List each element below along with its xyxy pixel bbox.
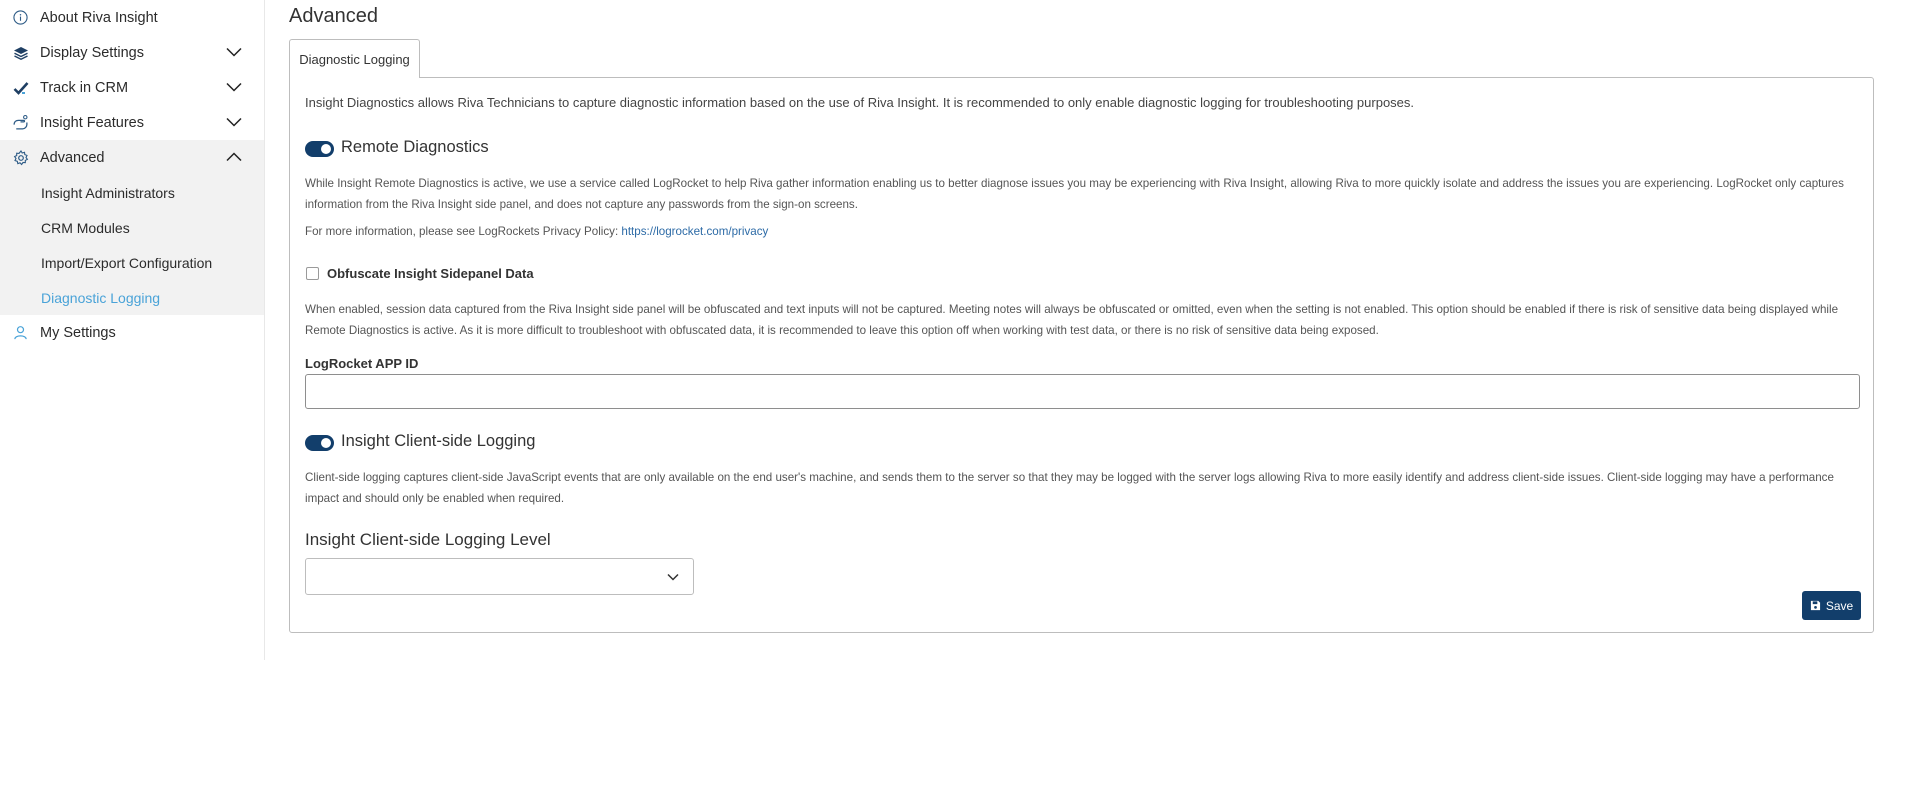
sidebar-subitem-diagnostic-logging[interactable]: Diagnostic Logging bbox=[0, 280, 264, 315]
sidebar-item-label: Display Settings bbox=[40, 44, 144, 61]
sidebar-item-display-settings[interactable]: Display Settings bbox=[0, 35, 264, 70]
sidebar-item-label: Track in CRM bbox=[40, 79, 129, 96]
info-icon bbox=[12, 9, 29, 26]
chevron-up-icon[interactable] bbox=[226, 151, 242, 163]
obfuscate-description: When enabled, session data captured from… bbox=[305, 303, 1839, 337]
chevron-down-icon[interactable] bbox=[226, 81, 242, 93]
sidebar: About Riva Insight Display Settings Trac… bbox=[0, 0, 265, 660]
obfuscate-label: Obfuscate Insight Sidepanel Data bbox=[327, 266, 534, 281]
app-id-input[interactable] bbox=[305, 374, 1860, 409]
sidebar-item-label: My Settings bbox=[40, 324, 116, 341]
sidebar-item-my-settings[interactable]: My Settings bbox=[0, 315, 264, 350]
sidebar-item-label: Advanced bbox=[40, 149, 105, 166]
sidebar-item-label: About Riva Insight bbox=[40, 9, 158, 26]
sidebar-subitem-import-export[interactable]: Import/Export Configuration bbox=[0, 245, 264, 280]
privacy-policy-link[interactable]: https://logrocket.com/privacy bbox=[621, 225, 768, 238]
gear-icon bbox=[12, 149, 29, 166]
save-label: Save bbox=[1825, 598, 1854, 613]
sidebar-subitem-crm-modules[interactable]: CRM Modules bbox=[0, 210, 264, 245]
diagnostic-logging-panel: Insight Diagnostics allows Riva Technici… bbox=[289, 77, 1874, 633]
client-logging-description: Client-side logging captures client-side… bbox=[305, 471, 1834, 505]
sidebar-subitem-insight-administrators[interactable]: Insight Administrators bbox=[0, 175, 264, 210]
page-title: Advanced bbox=[289, 5, 378, 27]
tab-diagnostic-logging[interactable]: Diagnostic Logging bbox=[289, 39, 420, 78]
save-icon bbox=[1810, 600, 1820, 611]
app-id-label: LogRocket APP ID bbox=[305, 356, 419, 371]
layers-icon bbox=[12, 44, 29, 61]
chevron-down-icon[interactable] bbox=[226, 116, 242, 128]
logging-level-select[interactable] bbox=[305, 558, 694, 595]
obfuscate-checkbox[interactable] bbox=[306, 267, 319, 280]
sidebar-item-about[interactable]: About Riva Insight bbox=[0, 0, 264, 35]
sidebar-item-insight-features[interactable]: Insight Features bbox=[0, 105, 264, 140]
remote-diagnostics-toggle[interactable] bbox=[305, 141, 334, 157]
sidebar-item-advanced[interactable]: Advanced bbox=[0, 140, 264, 175]
advanced-submenu: Insight Administrators CRM Modules Impor… bbox=[0, 175, 264, 315]
sidebar-item-track-in-crm[interactable]: Track in CRM bbox=[0, 70, 264, 105]
chevron-down-icon[interactable] bbox=[226, 46, 242, 58]
hand-icon bbox=[12, 114, 29, 131]
sidebar-item-label: Insight Features bbox=[40, 114, 144, 131]
privacy-prefix: For more information, please see LogRock… bbox=[305, 225, 622, 238]
user-icon bbox=[12, 324, 29, 341]
remote-diagnostics-title: Remote Diagnostics bbox=[341, 138, 489, 156]
remote-diagnostics-description: While Insight Remote Diagnostics is acti… bbox=[305, 177, 1844, 211]
privacy-policy-text: For more information, please see LogRock… bbox=[305, 221, 1860, 242]
intro-text: Insight Diagnostics allows Riva Technici… bbox=[305, 95, 1415, 110]
logging-level-label: Insight Client-side Logging Level bbox=[305, 530, 551, 549]
check-icon bbox=[12, 79, 29, 96]
client-logging-title: Insight Client-side Logging bbox=[341, 432, 536, 450]
save-button[interactable]: Save bbox=[1802, 591, 1861, 620]
client-logging-toggle[interactable] bbox=[305, 435, 334, 451]
chevron-down-icon bbox=[667, 573, 679, 581]
